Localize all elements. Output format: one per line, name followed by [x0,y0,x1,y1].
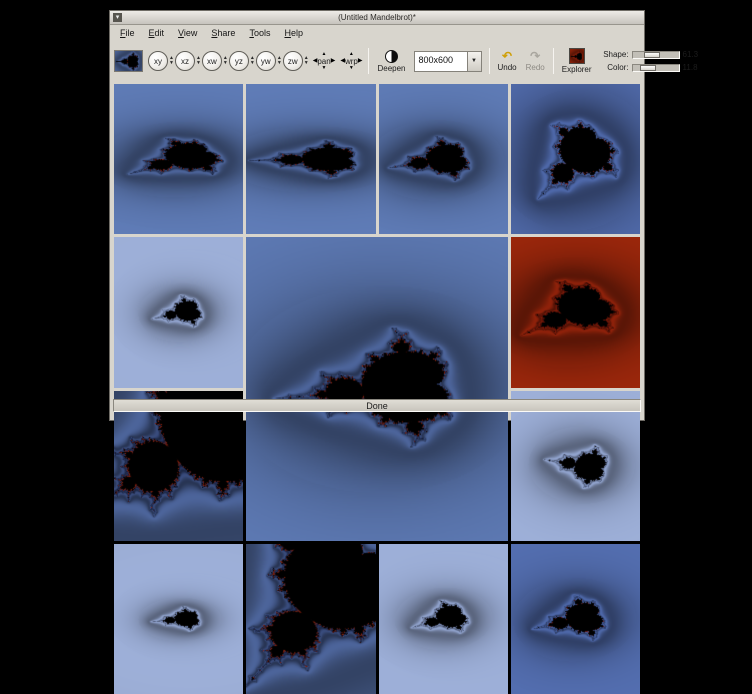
window-menu-icon[interactable]: ▾ [113,13,122,22]
titlebar[interactable]: ▾ (Untitled Mandelbrot)* [110,11,644,25]
pan-right-icon: ▶ [331,58,336,65]
app-window: ▾ (Untitled Mandelbrot)* File Edit View … [109,10,645,421]
color-slider-row: Color: 11.8 [598,63,703,72]
explorer-grid-area [110,81,644,398]
color-value: 11.8 [683,63,703,72]
fractal-mutant-thumbnail[interactable] [379,544,508,694]
spin-down-icon: ▼ [196,61,201,66]
fractal-main-view[interactable] [246,237,508,541]
desktop-background: ▾ (Untitled Mandelbrot)* File Edit View … [0,0,752,423]
shape-slider-thumb[interactable] [644,52,660,58]
chevron-down-icon[interactable]: ▼ [467,52,481,71]
spin-down-icon: ▼ [169,61,174,66]
rotate-xw-knob: xw [202,51,222,71]
color-slider[interactable] [632,64,680,72]
spin-down-icon: ▼ [277,61,282,66]
warp-down-icon: ▼ [349,65,354,72]
deepen-icon [385,50,398,63]
fractal-mutant-thumbnail[interactable] [511,237,640,387]
rotate-yz-button[interactable]: yz ▲▼ [229,51,255,71]
window-title: (Untitled Mandelbrot)* [338,13,416,22]
redo-icon: ↷ [530,51,540,62]
toolbar-separator [368,48,369,74]
pan-label: pan [317,58,330,65]
pan-control[interactable]: ▲ ◀ pan ▶ ▼ [312,51,337,72]
menu-item-file[interactable]: File [113,26,142,40]
fractal-mutant-thumbnail[interactable] [511,84,640,234]
fractal-preview-thumbnail [114,50,143,72]
spin-down-icon: ▼ [250,61,255,66]
toolbar-separator [553,48,554,74]
rotate-xz-button[interactable]: xz ▲▼ [175,51,201,71]
explorer-grid [114,84,640,396]
rotate-yw-knob: yw [256,51,276,71]
deepen-label: Deepen [377,64,405,73]
menu-item-share[interactable]: Share [204,26,242,40]
rotation-controls: xy ▲▼ xz ▲▼ xw ▲▼ yz ▲▼ yw ▲▼ [148,51,309,71]
menubar: File Edit View Share Tools Help [110,25,644,41]
fractal-mutant-thumbnail[interactable] [246,544,375,694]
statusbar: Done [110,398,644,420]
shape-slider-row: Shape: 61.3 [598,50,703,59]
menu-item-view[interactable]: View [171,26,204,40]
fractal-mutant-thumbnail[interactable] [114,84,243,234]
rotate-yw-button[interactable]: yw ▲▼ [256,51,282,71]
fractal-mutant-thumbnail[interactable] [114,544,243,694]
shape-slider[interactable] [632,51,680,59]
rotate-zw-knob: zw [283,51,303,71]
toolbar: xy ▲▼ xz ▲▼ xw ▲▼ yz ▲▼ yw ▲▼ [110,41,644,81]
undo-label: Undo [498,63,517,72]
fractal-mutant-thumbnail[interactable] [379,84,508,234]
explorer-icon [569,48,585,64]
shape-label: Shape: [598,50,629,59]
undo-icon: ↶ [502,51,512,62]
deepen-button[interactable]: Deepen [374,49,408,74]
color-slider-thumb[interactable] [640,65,656,71]
rotate-xy-button[interactable]: xy ▲▼ [148,51,174,71]
rotate-yz-knob: yz [229,51,249,71]
redo-label: Redo [526,63,545,72]
spin-down-icon: ▼ [223,61,228,66]
color-label: Color: [598,63,629,72]
rotate-zw-button[interactable]: zw ▲▼ [283,51,309,71]
explorer-label: Explorer [562,65,592,74]
undo-button[interactable]: ↶ Undo [495,50,520,73]
fractal-mutant-thumbnail[interactable] [246,84,375,234]
shape-value: 61.3 [683,50,703,59]
spin-down-icon: ▼ [304,61,309,66]
rotate-xw-button[interactable]: xw ▲▼ [202,51,228,71]
menu-item-help[interactable]: Help [277,26,310,40]
fractal-mutant-thumbnail[interactable] [511,544,640,694]
explorer-toggle-button[interactable]: Explorer [559,47,595,75]
toolbar-separator [489,48,490,74]
menu-item-edit[interactable]: Edit [142,26,172,40]
progress-bar: Done [113,399,641,412]
pan-down-icon: ▼ [322,65,327,72]
menu-item-tools[interactable]: Tools [242,26,277,40]
image-size-value: 800x600 [415,52,467,71]
rotate-xz-knob: xz [175,51,195,71]
mutation-sliders: Shape: 61.3 Color: 11.8 [598,50,706,72]
rotate-xy-knob: xy [148,51,168,71]
redo-button: ↷ Redo [523,50,548,73]
image-size-select[interactable]: 800x600 ▼ [414,51,482,72]
fractal-mutant-thumbnail[interactable] [114,237,243,387]
warp-label: wrp [345,58,358,65]
warp-control[interactable]: ▲ ◀ wrp ▶ ▼ [339,51,363,72]
warp-right-icon: ▶ [358,58,363,65]
